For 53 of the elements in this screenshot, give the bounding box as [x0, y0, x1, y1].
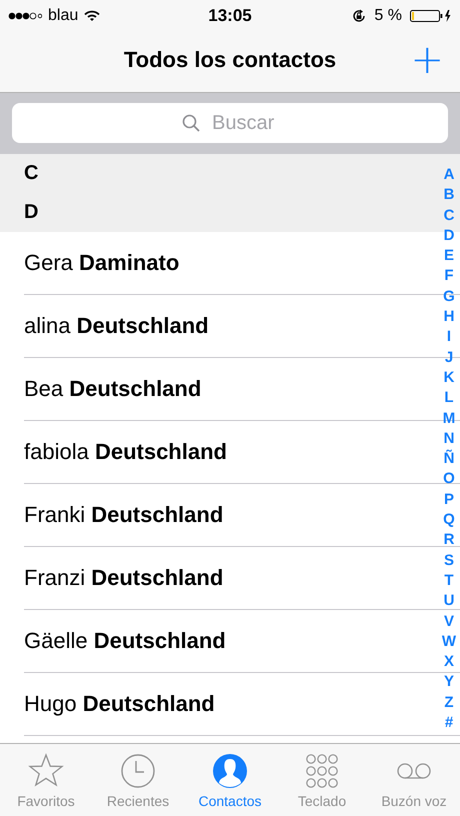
index-letter[interactable]: S: [444, 550, 454, 571]
signal-icon: [8, 12, 42, 20]
tab-button[interactable]: Teclado: [276, 744, 368, 816]
index-letter[interactable]: Z: [444, 692, 454, 714]
index-letter[interactable]: U: [444, 591, 454, 612]
index-letter[interactable]: N: [444, 428, 454, 450]
clock-time: 13:05: [208, 6, 252, 26]
carrier-name: blau: [48, 7, 78, 25]
index-letter[interactable]: O: [443, 469, 455, 490]
index-letter[interactable]: T: [444, 570, 454, 592]
index-letter[interactable]: G: [443, 286, 455, 308]
tab-button[interactable]: Contactos: [184, 744, 276, 816]
index-letter[interactable]: A: [444, 165, 454, 186]
index-letter[interactable]: E: [444, 246, 454, 266]
index-letter[interactable]: H: [444, 307, 454, 328]
index-letter[interactable]: Y: [444, 672, 454, 693]
battery-percent: 5 %: [374, 7, 402, 25]
index-letter[interactable]: R: [444, 530, 454, 551]
add-button[interactable]: +: [410, 40, 444, 80]
contact-name[interactable]: Gäelle Deutschland: [24, 628, 226, 654]
tab-button[interactable]: Favoritos: [0, 744, 92, 816]
contact-name[interactable]: alina Deutschland: [24, 313, 209, 339]
contact-name[interactable]: fabiola Deutschland: [24, 439, 227, 465]
index-letter[interactable]: C: [444, 206, 454, 226]
index-letter[interactable]: K: [444, 368, 454, 388]
contact-name[interactable]: Hugo Deutschland: [24, 691, 215, 717]
index-letter[interactable]: #: [444, 713, 454, 734]
index-letter[interactable]: L: [444, 388, 454, 409]
wifi-icon: [84, 10, 100, 22]
index-letter[interactable]: M: [442, 408, 456, 429]
index-letter[interactable]: Ñ: [444, 449, 454, 470]
person-icon: [211, 752, 249, 790]
contact-name[interactable]: Gera Daminato: [24, 250, 180, 276]
battery-charging-icon: [410, 10, 452, 22]
search-field[interactable]: Buscar: [12, 103, 448, 143]
index-letter[interactable]: D: [444, 226, 454, 246]
contact-name[interactable]: Bea Deutschland: [24, 376, 202, 402]
screen-title: Todos los contactos: [124, 47, 336, 73]
index-letter[interactable]: X: [444, 652, 454, 672]
index-letter[interactable]: P: [444, 490, 454, 510]
rotation-lock-icon: [352, 9, 366, 23]
clock-icon: [119, 752, 157, 790]
index-letter[interactable]: I: [446, 327, 452, 348]
index-letter[interactable]: F: [444, 266, 454, 287]
tab-button[interactable]: Recientes: [92, 744, 184, 816]
index-letter[interactable]: Q: [443, 510, 455, 530]
tab-button[interactable]: Buzón voz: [368, 744, 460, 816]
index-letter[interactable]: B: [444, 185, 454, 206]
index-letter[interactable]: W: [442, 632, 456, 652]
index-letter[interactable]: V: [444, 612, 454, 632]
contact-name[interactable]: Franzi Deutschland: [24, 565, 224, 591]
contact-name[interactable]: Franki Deutschland: [24, 502, 224, 528]
index-letter[interactable]: J: [444, 348, 454, 368]
